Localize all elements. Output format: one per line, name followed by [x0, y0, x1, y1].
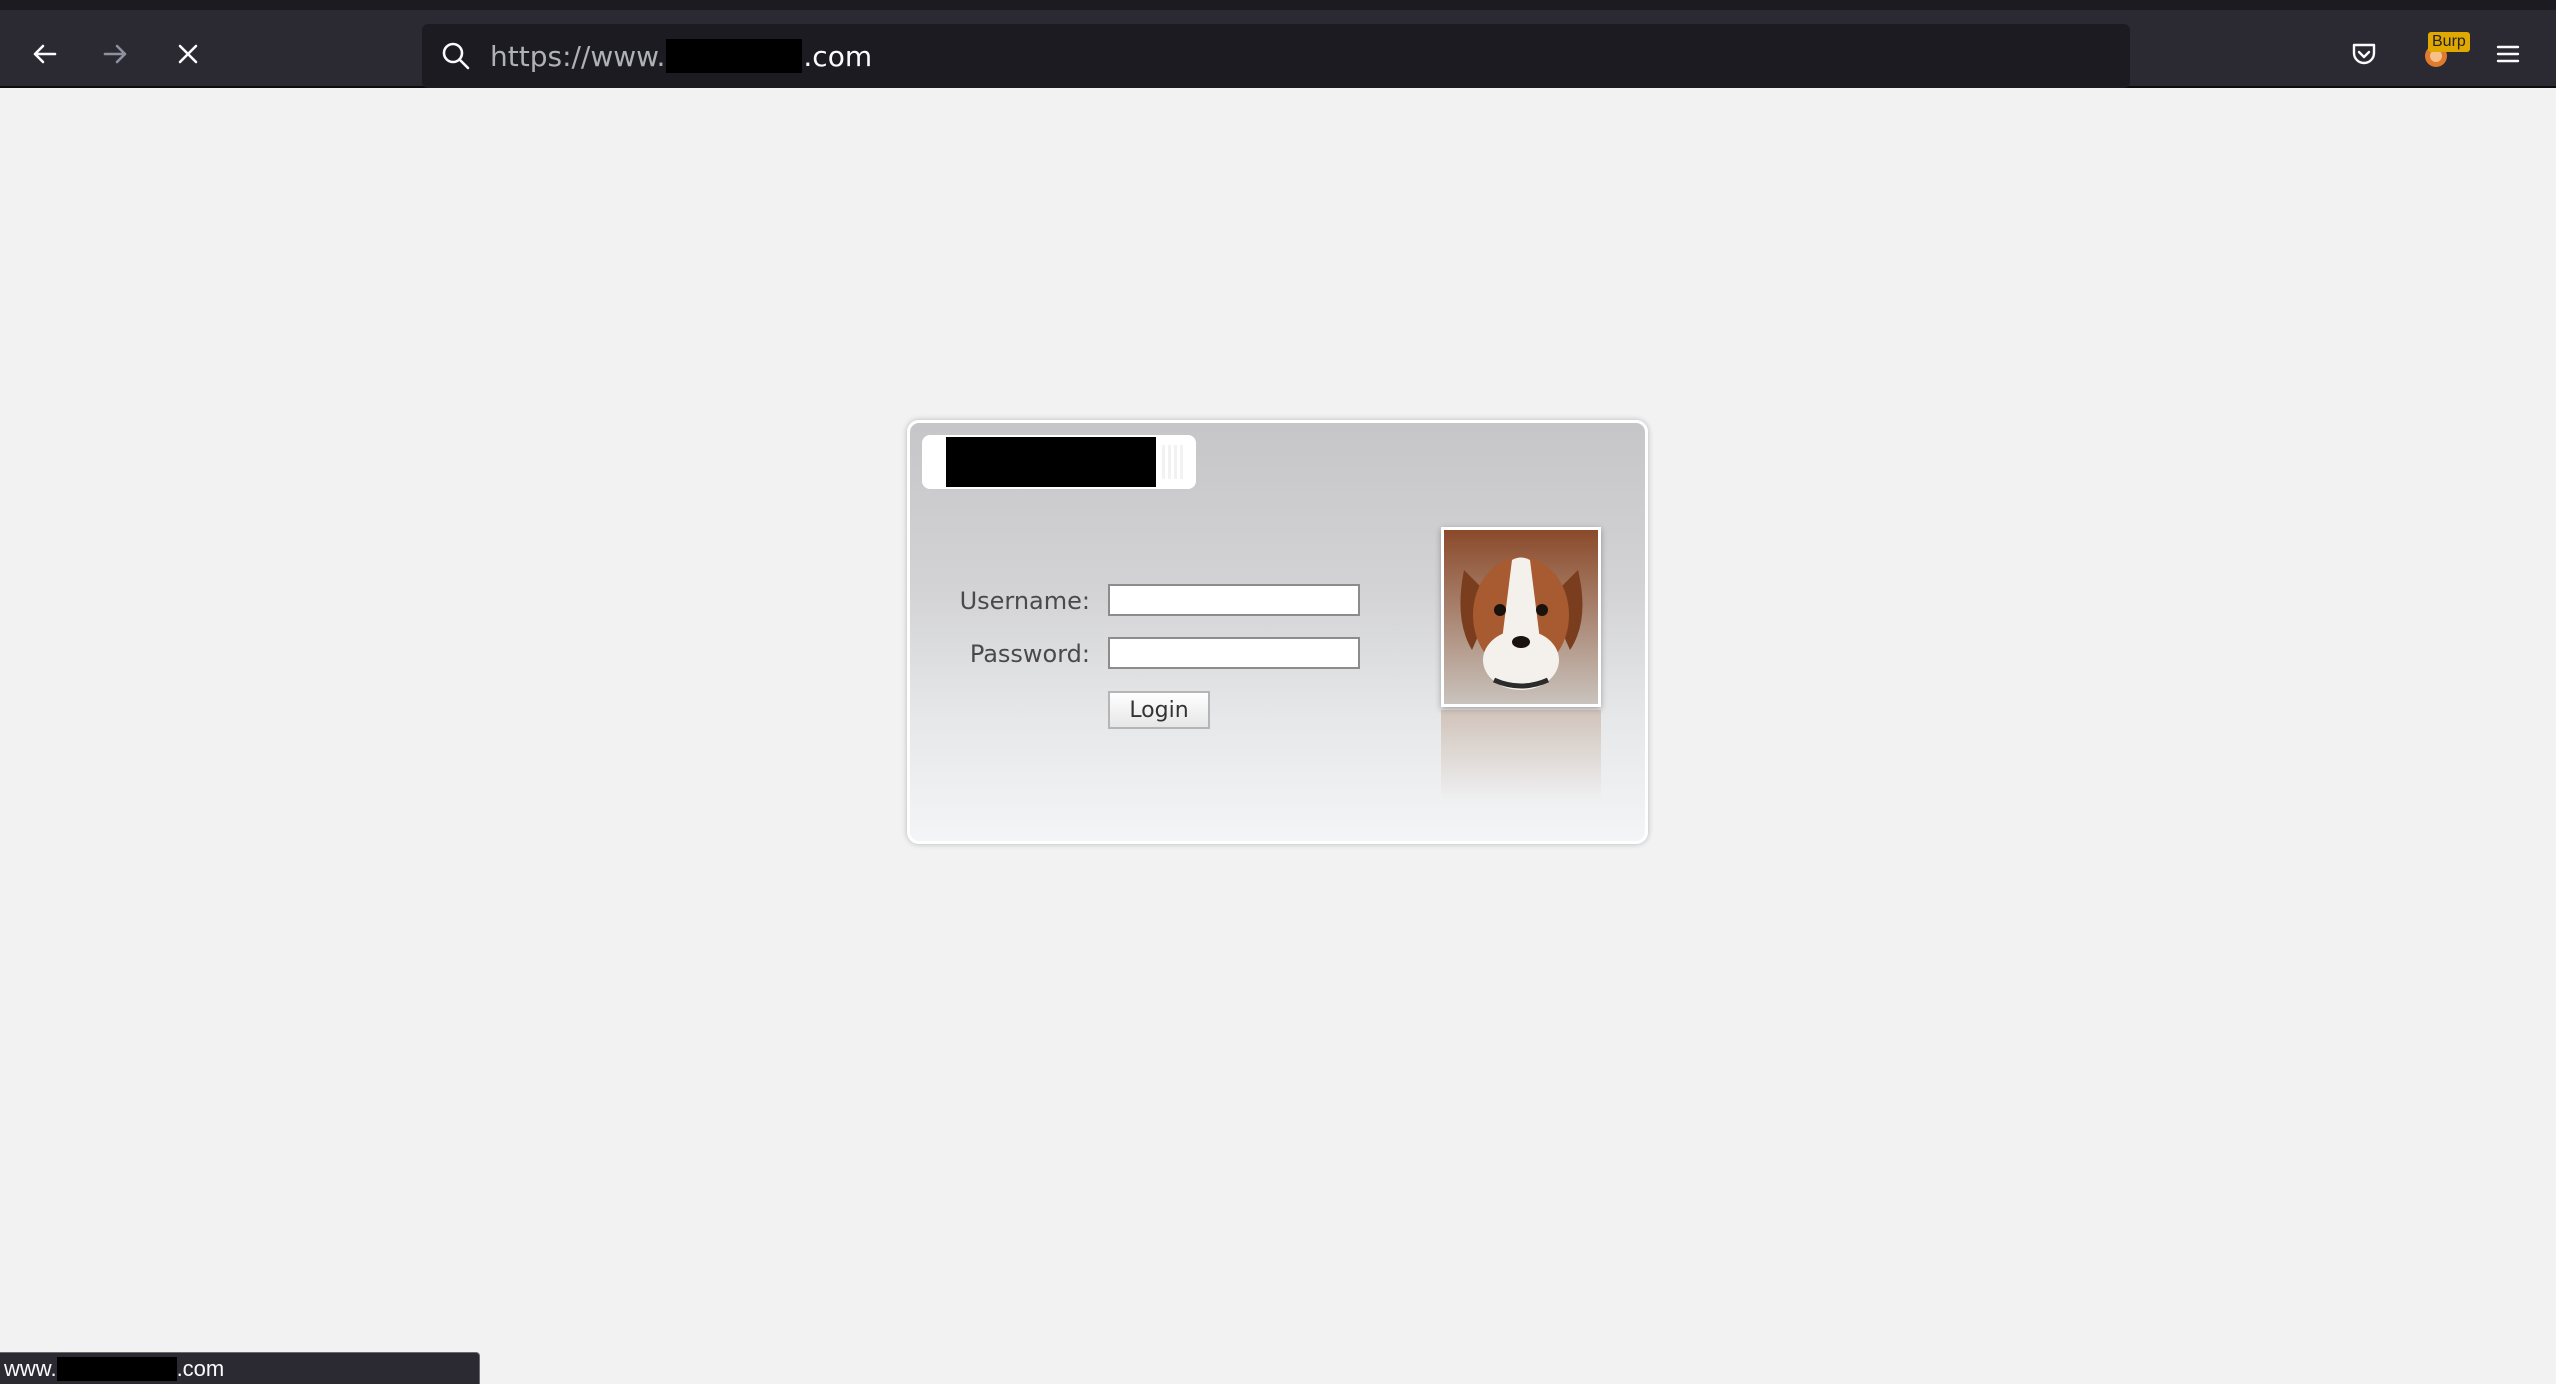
- login-panel: Username: Password: Login: [907, 420, 1648, 844]
- browser-toolbar: https://www. .com Burp: [0, 0, 2556, 88]
- arrow-left-icon: [33, 44, 57, 64]
- redacted-domain: [666, 39, 803, 73]
- url-text: https://www. .com: [490, 39, 872, 73]
- close-icon: [178, 44, 198, 64]
- url-prefix: https://www.: [490, 39, 666, 73]
- extension-badge: Burp: [2428, 32, 2470, 52]
- hamburger-menu-icon: [2496, 45, 2520, 63]
- url-suffix: .com: [803, 39, 873, 73]
- password-label: Password:: [969, 640, 1090, 668]
- address-bar[interactable]: https://www. .com: [422, 24, 2130, 88]
- burp-extension-button[interactable]: Burp: [2408, 26, 2470, 82]
- forward-button[interactable]: [88, 26, 144, 82]
- back-button[interactable]: [16, 26, 72, 82]
- status-suffix: .com: [176, 1355, 225, 1381]
- username-row: Username:: [910, 584, 1370, 618]
- dog-photo-reflection: [1441, 710, 1601, 800]
- stop-button[interactable]: [160, 26, 216, 82]
- logo: [922, 435, 1196, 489]
- pocket-button[interactable]: [2336, 26, 2392, 82]
- password-input[interactable]: [1108, 637, 1360, 669]
- username-input[interactable]: [1108, 584, 1360, 616]
- pocket-icon: [2352, 43, 2376, 65]
- menu-button[interactable]: [2480, 26, 2536, 82]
- dog-photo: [1441, 527, 1601, 707]
- password-row: Password:: [910, 637, 1370, 671]
- search-icon: [442, 42, 470, 70]
- username-label: Username:: [959, 587, 1090, 615]
- arrow-right-icon: [103, 44, 127, 64]
- redacted-status-domain: [56, 1356, 177, 1381]
- status-bar: www. .com: [0, 1352, 480, 1384]
- logo-decoration: [1162, 445, 1186, 479]
- redacted-logo: [946, 437, 1156, 487]
- login-button[interactable]: Login: [1108, 691, 1210, 729]
- dog-icon: [1444, 530, 1598, 704]
- status-prefix: www.: [4, 1355, 57, 1381]
